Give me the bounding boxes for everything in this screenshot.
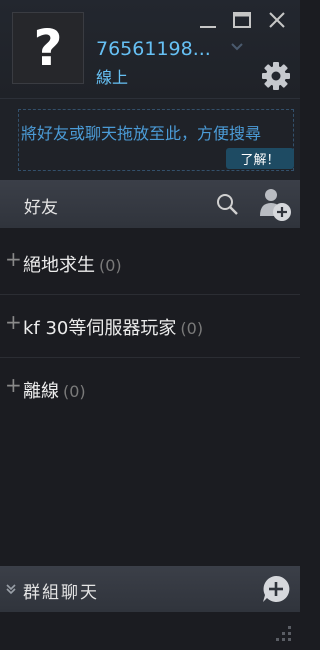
group-count: (0): [63, 382, 86, 401]
minimize-icon[interactable]: [196, 8, 220, 32]
group-name: 絕地求生 (0): [23, 255, 122, 276]
group-count: (0): [99, 256, 122, 275]
online-status[interactable]: 線上: [96, 64, 128, 88]
group-chats-bar[interactable]: 群組聊天: [0, 566, 300, 612]
group-chats-title: 群組聊天: [23, 583, 99, 603]
chevron-down-icon[interactable]: [230, 42, 244, 52]
footer: [0, 612, 300, 650]
expand-plus-icon[interactable]: +: [5, 373, 22, 397]
friend-group[interactable]: + 離線 (0): [0, 358, 300, 421]
favorites-dropzone[interactable]: 將好友或聊天拖放至此，方便搜尋 了解！: [18, 109, 294, 171]
dropzone-hint: 將好友或聊天拖放至此，方便搜尋: [21, 124, 262, 143]
gear-icon[interactable]: [260, 60, 292, 92]
got-it-button[interactable]: 了解！: [226, 148, 294, 169]
friend-group-list: + 絕地求生 (0) + kf 30等伺服器玩家 (0) + 離線 (0): [0, 232, 300, 421]
avatar-placeholder-glyph: ?: [33, 19, 63, 77]
search-icon[interactable]: [214, 191, 240, 217]
group-count: (0): [180, 319, 204, 338]
add-friend-icon[interactable]: [258, 186, 292, 222]
group-name: 離線 (0): [23, 381, 86, 402]
avatar[interactable]: ?: [12, 12, 84, 84]
dropzone-panel: 將好友或聊天拖放至此，方便搜尋 了解！: [0, 98, 300, 181]
expand-plus-icon[interactable]: +: [5, 247, 22, 271]
group-name: kf 30等伺服器玩家 (0): [23, 318, 204, 339]
username[interactable]: 76561198...: [96, 38, 228, 60]
friend-group[interactable]: + 絕地求生 (0): [0, 232, 300, 295]
friends-title: 好友: [24, 198, 58, 218]
profile-header: ? 76561198... 線上: [0, 0, 300, 98]
maximize-icon[interactable]: [230, 8, 254, 32]
add-chat-icon[interactable]: [260, 573, 292, 605]
resize-grip-icon[interactable]: [270, 622, 294, 646]
close-icon[interactable]: [265, 8, 289, 32]
expand-plus-icon[interactable]: +: [5, 310, 22, 334]
friends-header-bar: 好友: [0, 180, 300, 228]
chevron-down-icon[interactable]: [4, 582, 18, 596]
friend-group[interactable]: + kf 30等伺服器玩家 (0): [0, 295, 300, 358]
